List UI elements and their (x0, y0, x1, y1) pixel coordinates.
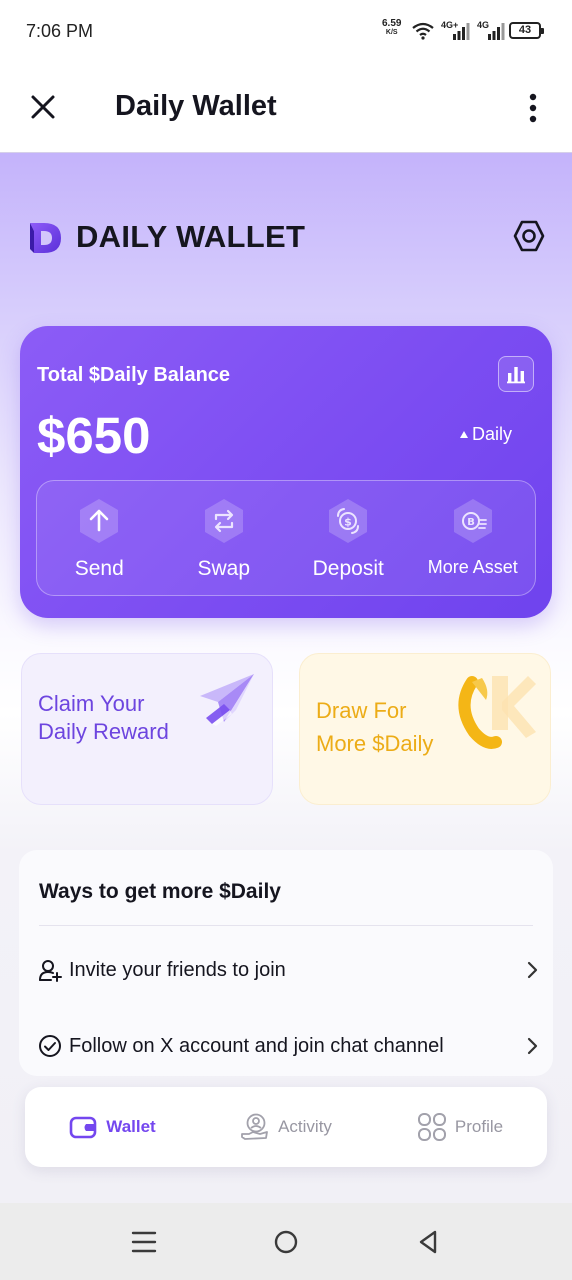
invite-friends-item[interactable]: Invite your friends to join (37, 950, 539, 990)
settings-hexagon-icon[interactable] (512, 219, 546, 253)
swap-icon (204, 499, 243, 543)
wallet-content: DAILY WALLET Total $Daily Balance $650 D… (0, 153, 572, 1203)
balance-amount: $650 (37, 407, 151, 464)
more-asset-label: More Asset (427, 557, 518, 577)
lucky-draw-icon (458, 676, 536, 749)
tab-activity-label: Activity (278, 1117, 332, 1136)
wifi-icon (412, 22, 434, 40)
send-label: Send (74, 557, 124, 580)
claim-reward-text: Claim Your Daily Reward (38, 690, 169, 746)
swap-label: Swap (197, 557, 251, 580)
signal-strength-icon (453, 23, 470, 40)
ticker-label: Daily (472, 424, 513, 444)
network-speed-value: 6.59 (382, 18, 402, 29)
status-bar: 7:06 PM 6.59 K/S 4G+ 4G 43 (0, 0, 572, 62)
draw-line-2: More $Daily (316, 731, 434, 756)
tab-wallet-label: Wallet (106, 1117, 156, 1136)
system-navigation-bar (0, 1203, 572, 1280)
network-speed-unit: K/S (385, 29, 398, 36)
page-title: Daily Wallet (115, 90, 277, 122)
bar-chart-icon (507, 367, 525, 384)
profile-grid-icon (417, 1113, 446, 1141)
follow-x-label: Follow on X account and join chat channe… (69, 1034, 444, 1057)
up-triangle-icon (460, 431, 468, 438)
brand-name: DAILY WALLET (76, 219, 306, 254)
draw-line-1: Draw For (316, 698, 407, 723)
ticker-badge: Daily (460, 424, 512, 445)
chart-button[interactable] (498, 356, 534, 392)
deposit-icon: $ (329, 499, 368, 543)
claim-line-2: Daily Reward (38, 719, 169, 744)
quick-actions: Send Swap $ Deposit B More Asset (36, 480, 536, 596)
svg-text:B: B (467, 517, 475, 528)
more-vertical-icon[interactable] (521, 92, 545, 124)
tab-profile-label: Profile (454, 1117, 504, 1136)
bitcoin-icon: B (453, 499, 492, 543)
close-icon[interactable] (28, 92, 58, 122)
home-icon[interactable] (273, 1229, 299, 1255)
balance-label: Total $Daily Balance (37, 364, 231, 386)
tab-profile[interactable]: Profile (373, 1087, 547, 1167)
menu-icon[interactable] (131, 1229, 157, 1255)
add-user-icon (39, 960, 62, 982)
ways-title: Ways to get more $Daily (39, 880, 281, 903)
tab-wallet[interactable]: Wallet (25, 1087, 199, 1167)
invite-friends-label: Invite your friends to join (69, 958, 286, 981)
more-asset-button[interactable]: B More Asset (411, 481, 536, 595)
back-icon[interactable] (415, 1229, 441, 1255)
signal-strength-icon (488, 23, 505, 40)
activity-icon (241, 1113, 268, 1140)
svg-text:$: $ (344, 516, 352, 529)
swap-button[interactable]: Swap (162, 481, 287, 595)
bottom-tab-bar: Wallet Activity Profile (25, 1087, 547, 1167)
send-button[interactable]: Send (37, 481, 162, 595)
claim-line-1: Claim Your (38, 691, 145, 716)
follow-x-item[interactable]: Follow on X account and join chat channe… (37, 1026, 539, 1066)
draw-text: Draw For More $Daily (316, 694, 433, 760)
paper-plane-icon (200, 674, 254, 726)
deposit-button[interactable]: $ Deposit (286, 481, 411, 595)
battery-icon: 43 (509, 22, 544, 39)
balance-card: Total $Daily Balance $650 Daily Send Swa… (20, 326, 552, 618)
deposit-label: Deposit (312, 557, 384, 580)
tab-activity[interactable]: Activity (199, 1087, 373, 1167)
claim-reward-card[interactable]: Claim Your Daily Reward (21, 653, 273, 805)
app-bar: Daily Wallet (0, 62, 572, 153)
brand-header: DAILY WALLET (28, 217, 305, 257)
check-circle-icon (39, 1035, 61, 1057)
chevron-right-icon (527, 961, 538, 979)
draw-card[interactable]: Draw For More $Daily (299, 653, 551, 805)
status-time: 7:06 PM (26, 21, 94, 41)
arrow-up-icon (80, 499, 119, 543)
network-speed: 6.59 K/S (382, 19, 401, 37)
ways-section: Ways to get more $Daily Invite your frie… (19, 850, 553, 1076)
daily-logo-icon (30, 223, 61, 253)
chevron-right-icon (527, 1037, 538, 1055)
divider (39, 925, 533, 926)
wallet-icon (69, 1116, 97, 1139)
